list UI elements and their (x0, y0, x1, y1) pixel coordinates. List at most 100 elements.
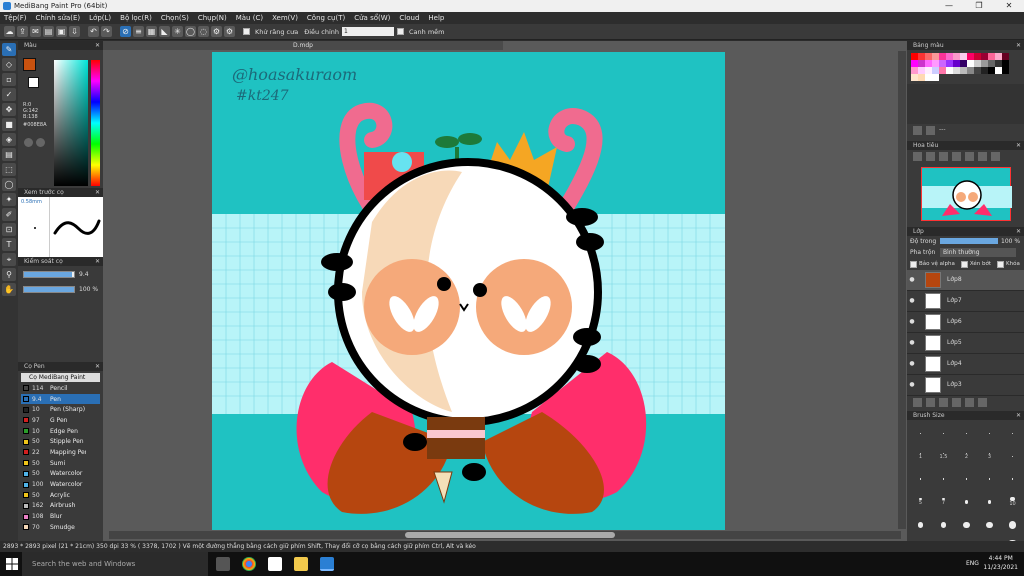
palette-swatch[interactable] (939, 60, 946, 67)
palette-swatch[interactable] (932, 74, 939, 81)
file-explorer-icon[interactable] (294, 557, 308, 571)
layer-row[interactable]: ● Lớp7 (907, 291, 1024, 312)
snap-soft-checkbox[interactable] (397, 28, 404, 35)
snap-vanishing-icon[interactable]: ◣ (159, 26, 170, 37)
zoom-in-icon[interactable] (913, 151, 922, 161)
snap-parallel-icon[interactable]: ≡ (133, 26, 144, 37)
palette-swatch[interactable] (988, 67, 995, 74)
brush-size-cell[interactable]: 1.5 (932, 445, 955, 468)
pen-item[interactable]: 50 Watercolor (21, 468, 100, 480)
pen-item[interactable]: 70 Smudge (21, 521, 100, 533)
brush-tool-icon[interactable]: ✎ (2, 43, 16, 56)
navigator-preview[interactable] (920, 166, 1012, 221)
gradient-tool-icon[interactable]: ▤ (2, 148, 16, 161)
pen-item[interactable]: 9.4 Pen (21, 393, 100, 405)
input-language[interactable]: ENG (966, 560, 979, 567)
brush-opacity-slider[interactable] (23, 286, 75, 293)
redo-icon[interactable]: ↷ (101, 26, 112, 37)
cloud-icon[interactable]: ☁ (4, 26, 15, 37)
snap-curve-icon[interactable]: ◌ (198, 26, 209, 37)
snap-settings-icon[interactable]: ⚙ (211, 26, 222, 37)
snap-radial-icon[interactable]: ✳ (172, 26, 183, 37)
palette-swatch[interactable] (1002, 60, 1009, 67)
layer-row[interactable]: ● Lớp5 (907, 333, 1024, 354)
eye-icon[interactable]: ● (907, 297, 917, 304)
palette-swatch[interactable] (911, 67, 918, 74)
brush-size-cell[interactable] (932, 422, 955, 445)
windows-start-icon[interactable] (6, 558, 18, 570)
pen-item[interactable]: 114 Pencil (21, 383, 100, 394)
swap-color-icon[interactable] (36, 138, 45, 147)
palette-swatch[interactable] (974, 60, 981, 67)
lock-checkbox[interactable] (997, 260, 1005, 268)
pen-group-header[interactable]: Cọ MediBang Paint (21, 373, 100, 382)
palette-swatch[interactable] (918, 67, 925, 74)
palette-swatch[interactable] (946, 67, 953, 74)
brush-size-cell[interactable] (978, 514, 1001, 537)
delete-layer-icon[interactable] (978, 397, 987, 407)
layer-row[interactable]: ● Lớp3 (907, 375, 1024, 396)
add-halftone-layer-icon[interactable] (926, 397, 935, 407)
pen-item[interactable]: 162 Airbrush (21, 500, 100, 512)
brush-size-cell[interactable] (955, 468, 978, 491)
palette-swatch[interactable] (932, 67, 939, 74)
palette-swatch[interactable] (981, 53, 988, 60)
palette-swatch[interactable] (939, 53, 946, 60)
antialias-checkbox[interactable] (243, 28, 250, 35)
palette-swatch[interactable] (911, 53, 918, 60)
panel-close-icon[interactable]: ✕ (95, 362, 100, 371)
pen-item[interactable]: 22 Mapping Pen (21, 447, 100, 458)
export-icon[interactable]: ⇩ (69, 26, 80, 37)
panel-close-icon[interactable]: ✕ (95, 41, 100, 50)
palette-swatch[interactable] (974, 67, 981, 74)
add-palette-icon[interactable] (913, 125, 922, 135)
palette-swatch[interactable] (918, 53, 925, 60)
palette-swatch[interactable] (911, 74, 918, 81)
palette-swatch[interactable] (995, 53, 1002, 60)
palette-swatch[interactable] (939, 67, 946, 74)
undo-icon[interactable]: ↶ (88, 26, 99, 37)
palette-swatch[interactable] (946, 53, 953, 60)
palette-swatch[interactable] (918, 74, 925, 81)
artboard[interactable]: @hoasakuraom #kt247 (212, 52, 725, 530)
palette-swatch[interactable] (925, 74, 932, 81)
snap-circle-icon[interactable]: ◯ (185, 26, 196, 37)
palette-swatch[interactable] (988, 53, 995, 60)
eye-icon[interactable]: ● (907, 276, 917, 283)
fit-icon[interactable] (939, 151, 948, 161)
palette-swatch[interactable] (925, 67, 932, 74)
palette-swatch[interactable] (946, 60, 953, 67)
palette-swatch[interactable] (953, 67, 960, 74)
palette-swatch[interactable] (1002, 67, 1009, 74)
brush-size-cell[interactable]: 5 (909, 491, 932, 514)
maximize-button[interactable]: ❐ (964, 0, 994, 12)
saturation-value-picker[interactable] (54, 60, 88, 186)
upload-icon[interactable]: ⇪ (17, 26, 28, 37)
menu-snap[interactable]: Chụp(N) (198, 14, 227, 22)
palette-swatch[interactable] (960, 53, 967, 60)
move-tool-icon[interactable]: ✥ (2, 103, 16, 116)
brush-size-cell[interactable] (955, 422, 978, 445)
brush-size-cell[interactable] (978, 491, 1001, 514)
actual-size-icon[interactable] (952, 151, 961, 161)
comment-icon[interactable]: ✉ (30, 26, 41, 37)
zoom-out-icon[interactable] (926, 151, 935, 161)
brush-size-cell[interactable] (1001, 445, 1024, 468)
brush-size-slider[interactable] (23, 271, 75, 278)
folder-icon[interactable]: ▤ (43, 26, 54, 37)
brush-size-cell[interactable] (1001, 422, 1024, 445)
brush-size-cell[interactable]: 2 (955, 445, 978, 468)
menu-filter[interactable]: Bộ lọc(R) (120, 14, 152, 22)
menu-layer[interactable]: Lớp(L) (89, 14, 111, 22)
brush-size-cell[interactable] (1001, 468, 1024, 491)
delete-palette-icon[interactable] (926, 125, 935, 135)
layer-row[interactable]: ● Lớp8 (907, 269, 1024, 291)
chrome-icon[interactable] (242, 557, 256, 571)
hue-slider[interactable] (91, 60, 100, 186)
eye-icon[interactable]: ● (907, 381, 917, 388)
palette-swatch[interactable] (911, 60, 918, 67)
background-color-swatch[interactable] (28, 77, 39, 88)
merge-layer-icon[interactable] (952, 397, 961, 407)
brush-size-cell[interactable] (932, 514, 955, 537)
menu-color[interactable]: Màu (C) (236, 14, 263, 22)
